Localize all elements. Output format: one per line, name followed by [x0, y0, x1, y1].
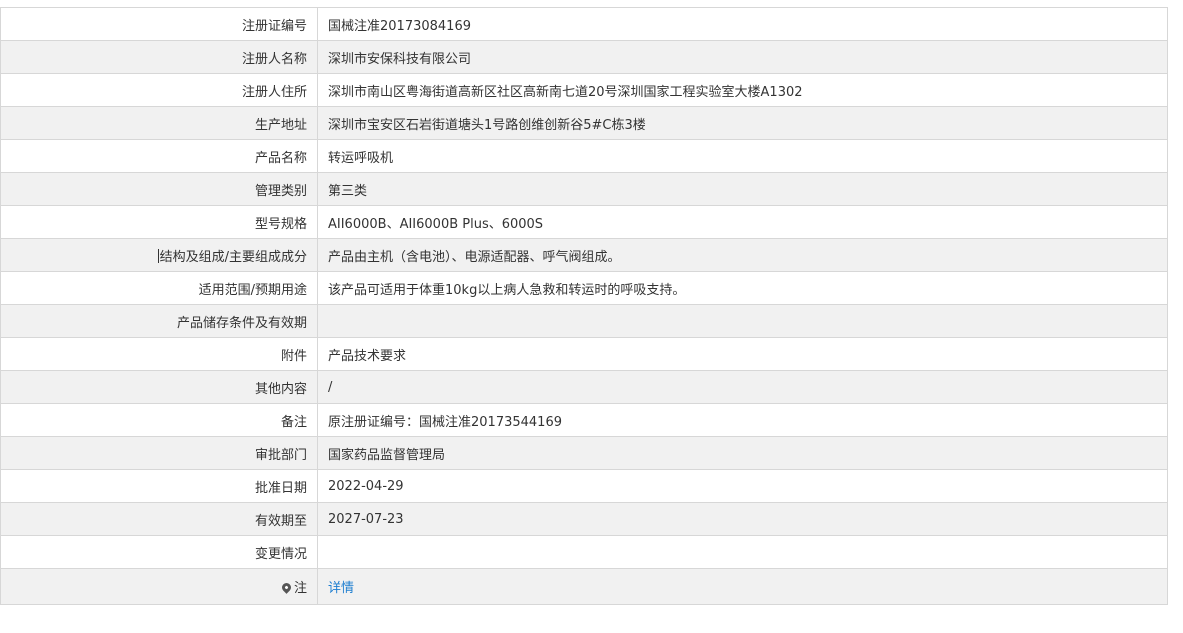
table-row: 结构及组成/主要组成成分 产品由主机（含电池）、电源适配器、呼气阀组成。	[0, 238, 1168, 272]
table-row: 型号规格 AII6000B、AII6000B Plus、6000S	[0, 205, 1168, 239]
table-row: 注册人名称 深圳市安保科技有限公司	[0, 40, 1168, 74]
row-value: 2022-04-29	[317, 469, 1168, 503]
table-row: 注册证编号 国械注准20173084169	[0, 7, 1168, 41]
table-row: 附件 产品技术要求	[0, 337, 1168, 371]
row-label: 生产地址	[0, 106, 318, 140]
row-label: 注册证编号	[0, 7, 318, 41]
table-row: 产品储存条件及有效期	[0, 304, 1168, 338]
row-value: 深圳市安保科技有限公司	[317, 40, 1168, 74]
row-label: 注册人住所	[0, 73, 318, 107]
table-row: 注册人住所 深圳市南山区粤海街道高新区社区高新南七道20号深圳国家工程实验室大楼…	[0, 73, 1168, 107]
table-row: 变更情况	[0, 535, 1168, 569]
row-value: 该产品可适用于体重10kg以上病人急救和转运时的呼吸支持。	[317, 271, 1168, 305]
note-label-cell: 注	[0, 568, 318, 605]
table-row: 审批部门 国家药品监督管理局	[0, 436, 1168, 470]
table-row: 适用范围/预期用途 该产品可适用于体重10kg以上病人急救和转运时的呼吸支持。	[0, 271, 1168, 305]
details-link[interactable]: 详情	[328, 581, 354, 596]
row-value: 原注册证编号：国械注准20173544169	[317, 403, 1168, 437]
registration-detail-table: 注册证编号 国械注准20173084169 注册人名称 深圳市安保科技有限公司 …	[0, 7, 1168, 605]
row-label: 注册人名称	[0, 40, 318, 74]
note-value-cell: 详情	[317, 568, 1168, 605]
row-value: 国械注准20173084169	[317, 7, 1168, 41]
row-value: /	[317, 370, 1168, 404]
row-value	[317, 535, 1168, 569]
row-label: 变更情况	[0, 535, 318, 569]
row-label: 结构及组成/主要组成成分	[159, 249, 307, 265]
row-value: 第三类	[317, 172, 1168, 206]
row-label: 产品名称	[0, 139, 318, 173]
table-row: 备注 原注册证编号：国械注准20173544169	[0, 403, 1168, 437]
row-value: 国家药品监督管理局	[317, 436, 1168, 470]
table-row: 有效期至 2027-07-23	[0, 502, 1168, 536]
row-label: 其他内容	[0, 370, 318, 404]
table-row: 管理类别 第三类	[0, 172, 1168, 206]
row-label: 审批部门	[0, 436, 318, 470]
table-row: 产品名称 转运呼吸机	[0, 139, 1168, 173]
row-label: 有效期至	[0, 502, 318, 536]
text-cursor-icon	[157, 248, 159, 263]
row-value: 2027-07-23	[317, 502, 1168, 536]
table-row: 其他内容 /	[0, 370, 1168, 404]
registration-detail-panel: 注册证编号 国械注准20173084169 注册人名称 深圳市安保科技有限公司 …	[0, 7, 1168, 605]
row-value: 转运呼吸机	[317, 139, 1168, 173]
row-label: 批准日期	[0, 469, 318, 503]
table-row: 生产地址 深圳市宝安区石岩街道塘头1号路创维创新谷5#C栋3楼	[0, 106, 1168, 140]
row-label-cell: 结构及组成/主要组成成分	[0, 238, 318, 272]
row-label: 备注	[0, 403, 318, 437]
row-value: 产品技术要求	[317, 337, 1168, 371]
row-value: 深圳市南山区粤海街道高新区社区高新南七道20号深圳国家工程实验室大楼A1302	[317, 73, 1168, 107]
note-row: 注 详情	[0, 568, 1168, 605]
row-label: 附件	[0, 337, 318, 371]
row-label: 管理类别	[0, 172, 318, 206]
row-value: 产品由主机（含电池）、电源适配器、呼气阀组成。	[317, 238, 1168, 272]
note-label: 注	[293, 581, 307, 596]
row-label: 适用范围/预期用途	[0, 271, 318, 305]
row-label: 产品储存条件及有效期	[0, 304, 318, 338]
row-label: 型号规格	[0, 205, 318, 239]
row-value	[317, 304, 1168, 338]
row-value: AII6000B、AII6000B Plus、6000S	[317, 205, 1168, 239]
table-row: 批准日期 2022-04-29	[0, 469, 1168, 503]
row-value: 深圳市宝安区石岩街道塘头1号路创维创新谷5#C栋3楼	[317, 106, 1168, 140]
pin-icon	[280, 581, 293, 594]
